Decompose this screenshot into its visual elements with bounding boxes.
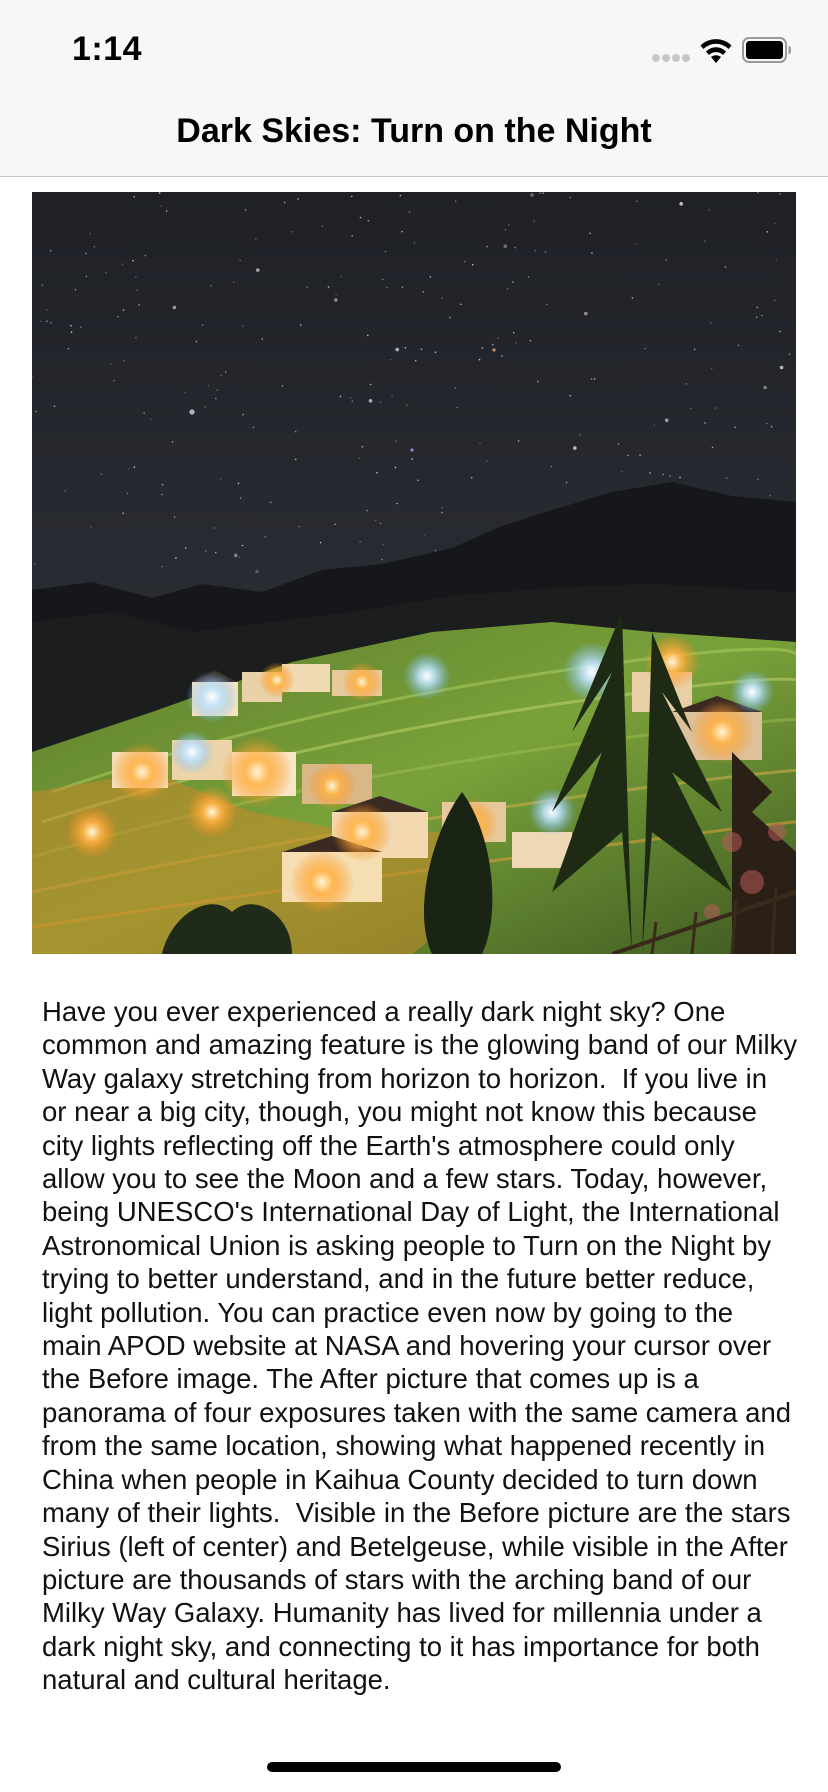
status-time: 1:14 — [72, 30, 143, 68]
night-sky-village-photo — [32, 192, 796, 954]
battery-icon — [742, 37, 791, 63]
navigation-bar: Dark Skies: Turn on the Night — [0, 96, 828, 177]
wifi-icon — [700, 39, 732, 63]
home-indicator[interactable] — [267, 1762, 561, 1772]
hero-image — [32, 192, 796, 954]
status-bar: 1:14 — [0, 0, 828, 96]
article-body: Have you ever experienced a really dark … — [42, 996, 798, 1696]
signal-icon — [652, 54, 690, 64]
screen: 1:14 Dark Skies: Turn on the Night Have … — [0, 0, 828, 1792]
page-title: Dark Skies: Turn on the Night — [176, 112, 652, 150]
